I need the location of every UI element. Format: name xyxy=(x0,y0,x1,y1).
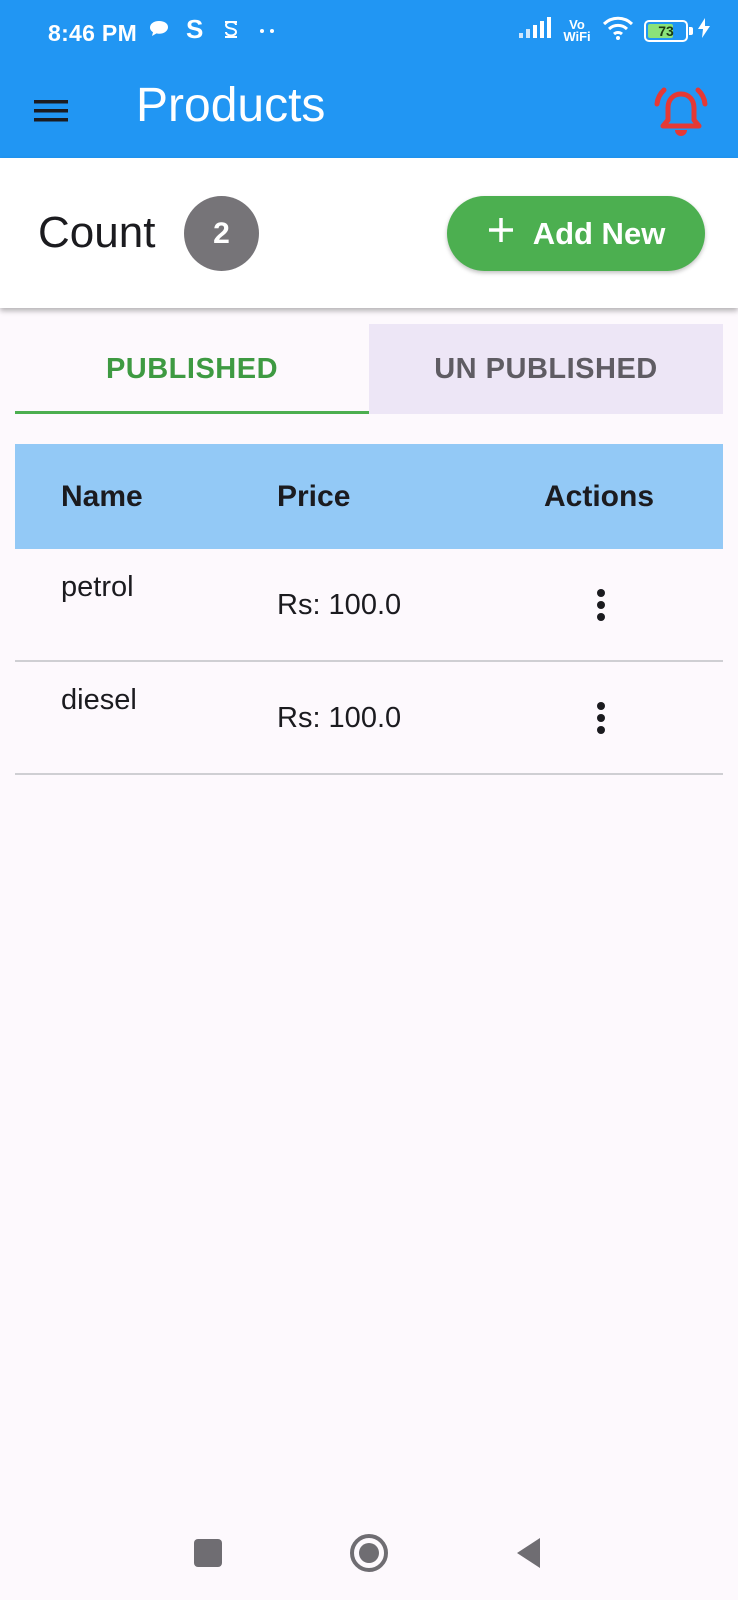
wifi-icon xyxy=(602,16,634,45)
status-right: Vo WiFi 73 xyxy=(518,16,710,45)
home-circle-icon xyxy=(349,1533,389,1578)
table-header: Name Price Actions xyxy=(15,444,723,549)
count-badge: 2 xyxy=(184,196,259,271)
battery-icon: 73 xyxy=(644,19,693,42)
add-new-button[interactable]: Add New xyxy=(447,196,705,271)
add-new-label: Add New xyxy=(532,215,666,251)
product-price: Rs: 100.0 xyxy=(277,702,402,734)
product-name: petrol xyxy=(61,571,134,603)
table-row: petrol Rs: 100.0 xyxy=(15,549,723,662)
system-nav-bar xyxy=(0,1510,738,1600)
product-price: Rs: 100.0 xyxy=(277,589,402,621)
battery-nub xyxy=(689,26,693,35)
back-button[interactable] xyxy=(504,1530,554,1580)
chat-bubble-icon xyxy=(148,19,170,44)
status-bar: 8:46 PM S Vo WiFi 73 xyxy=(0,0,738,68)
row-actions-button[interactable] xyxy=(577,696,625,744)
header-price: Price xyxy=(277,479,351,513)
plus-icon xyxy=(487,216,515,252)
battery-level: 73 xyxy=(658,22,674,39)
back-triangle-icon xyxy=(514,1536,544,1575)
more-vert-icon xyxy=(595,588,607,627)
more-vert-icon xyxy=(595,701,607,740)
more-dots-icon xyxy=(256,23,278,41)
signal-icon xyxy=(518,17,552,44)
recents-square-icon xyxy=(193,1538,223,1573)
menu-button[interactable] xyxy=(28,90,74,136)
table-row: diesel Rs: 100.0 xyxy=(15,662,723,775)
top-bar: 8:46 PM S Vo WiFi 73 Products xyxy=(0,0,738,158)
s-outline-app-icon xyxy=(220,17,242,46)
count-header: Count 2 Add New xyxy=(0,158,738,308)
bell-alert-icon xyxy=(652,84,710,147)
svg-text:S: S xyxy=(186,16,203,42)
app-bar: Products xyxy=(0,68,738,158)
header-name: Name xyxy=(61,479,143,513)
charging-bolt-icon xyxy=(698,18,710,43)
recents-button[interactable] xyxy=(183,1530,233,1580)
tab-bar: PUBLISHED UN PUBLISHED xyxy=(15,324,723,414)
row-actions-button[interactable] xyxy=(577,583,625,631)
vowifi-label: Vo WiFi xyxy=(563,16,591,44)
notifications-button[interactable] xyxy=(650,84,712,146)
home-button[interactable] xyxy=(344,1530,394,1580)
menu-icon xyxy=(33,98,69,129)
product-name: diesel xyxy=(61,684,137,716)
header-actions: Actions xyxy=(544,479,655,513)
notification-icons: S xyxy=(148,14,278,47)
tab-unpublished[interactable]: UN PUBLISHED xyxy=(369,324,723,414)
tab-published[interactable]: PUBLISHED xyxy=(15,324,369,414)
status-time: 8:46 PM xyxy=(48,20,138,46)
products-table: Name Price Actions petrol Rs: 100.0 dies… xyxy=(15,444,723,775)
count-label: Count xyxy=(38,208,156,257)
s-app-icon: S xyxy=(184,14,206,47)
page-title: Products xyxy=(136,79,326,132)
